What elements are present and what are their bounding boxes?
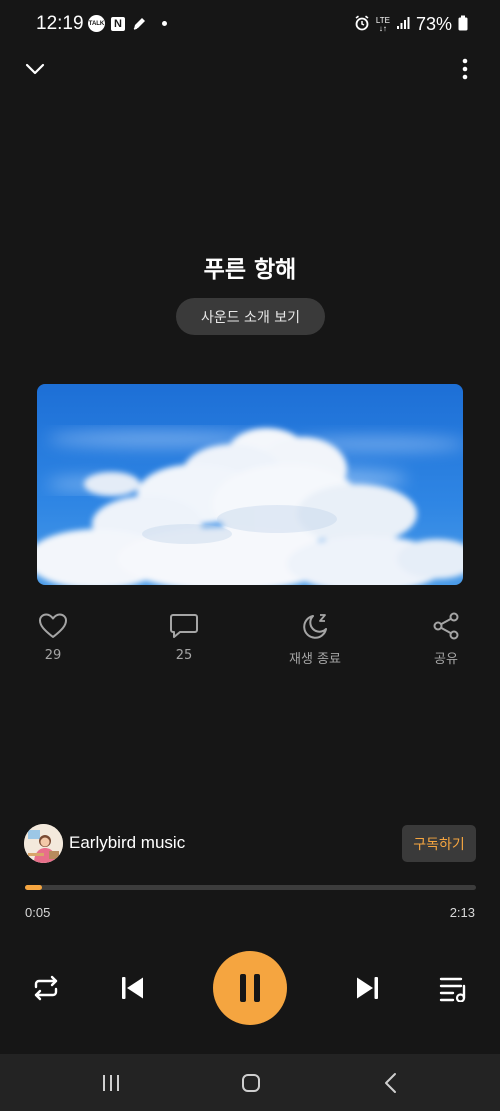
collapse-button[interactable] xyxy=(22,56,48,82)
lte-label: LTE xyxy=(375,15,390,25)
total-time: 2:13 xyxy=(449,905,475,920)
chevron-down-icon xyxy=(25,63,45,75)
comment-button[interactable]: 25 xyxy=(139,612,229,663)
playlist-button[interactable] xyxy=(438,972,470,1004)
pause-icon xyxy=(240,974,260,1002)
skip-next-icon xyxy=(357,977,378,999)
sound-intro-button[interactable]: 사운드 소개 보기 xyxy=(176,298,325,335)
repeat-button[interactable] xyxy=(30,972,62,1004)
alarm-icon xyxy=(354,15,370,35)
next-button[interactable] xyxy=(352,972,384,1004)
sleep-timer-button[interactable]: 재생 종료 xyxy=(270,612,360,667)
current-time: 0:05 xyxy=(25,905,51,920)
battery-icon xyxy=(458,15,468,35)
channel-avatar[interactable] xyxy=(24,824,63,863)
notification-icons: TALK N xyxy=(88,15,167,32)
share-button[interactable]: 공유 xyxy=(401,612,491,667)
like-button[interactable]: 29 xyxy=(8,612,98,663)
repeat-icon xyxy=(34,975,58,1001)
skip-previous-icon xyxy=(122,977,143,999)
more-vert-icon xyxy=(462,58,468,80)
system-nav-bar xyxy=(0,1054,500,1111)
naver-icon: N xyxy=(111,16,125,31)
edit-icon xyxy=(131,15,148,32)
sound-title: 푸른 항해 xyxy=(203,257,297,283)
battery-level: 73% xyxy=(415,14,452,34)
lte-icon: LTE ↓↑ xyxy=(375,15,390,33)
sleep-timer-label: 재생 종료 xyxy=(289,652,341,667)
like-count: 29 xyxy=(44,648,62,663)
more-notifications-dot-icon xyxy=(162,21,167,26)
heart-icon xyxy=(39,613,67,638)
sleep-moon-icon xyxy=(303,614,327,639)
kakaotalk-icon: TALK xyxy=(88,15,105,32)
home-button[interactable] xyxy=(238,1070,264,1096)
progress-fill xyxy=(25,885,43,890)
back-button[interactable] xyxy=(378,1070,404,1096)
back-icon xyxy=(385,1073,396,1093)
pause-button[interactable] xyxy=(213,951,287,1025)
playlist-icon xyxy=(439,977,466,1002)
system-icons: LTE ↓↑ 73% xyxy=(354,14,468,35)
home-icon xyxy=(242,1074,260,1092)
signal-icon xyxy=(396,15,410,34)
comment-icon xyxy=(170,614,198,638)
channel-name[interactable]: Earlybird music xyxy=(69,833,185,853)
comment-count: 25 xyxy=(175,648,193,663)
share-label: 공유 xyxy=(434,652,458,667)
recent-apps-icon xyxy=(103,1075,119,1091)
album-artwork xyxy=(37,384,463,585)
recent-apps-button[interactable] xyxy=(98,1070,124,1096)
progress-bar[interactable] xyxy=(25,885,476,890)
subscribe-button[interactable]: 구독하기 xyxy=(402,825,476,862)
status-time: 12:19 xyxy=(36,13,84,34)
status-bar: 12:19 TALK N LTE ↓↑ 73% xyxy=(0,0,500,50)
share-icon xyxy=(433,612,459,640)
previous-button[interactable] xyxy=(116,972,148,1004)
more-options-button[interactable] xyxy=(452,56,478,82)
